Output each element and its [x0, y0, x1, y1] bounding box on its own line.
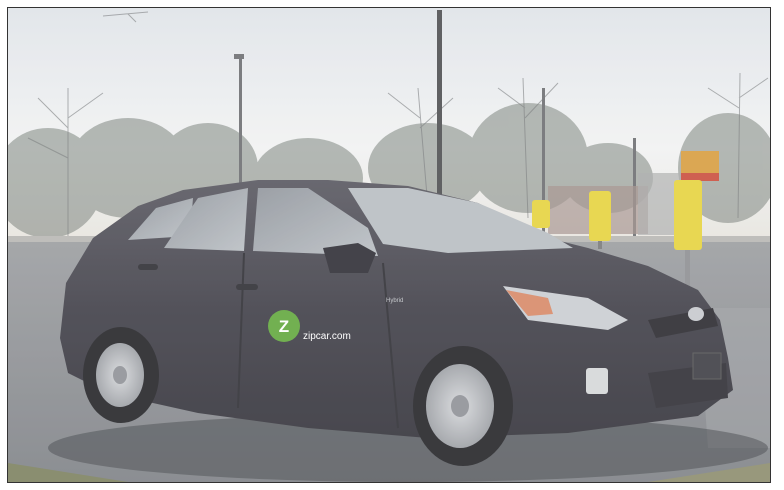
- photo-haze: [8, 8, 770, 482]
- parking-lot-photo: Z zipcar.com Hybrid: [8, 8, 770, 482]
- photo-frame: Z zipcar.com Hybrid: [7, 7, 771, 483]
